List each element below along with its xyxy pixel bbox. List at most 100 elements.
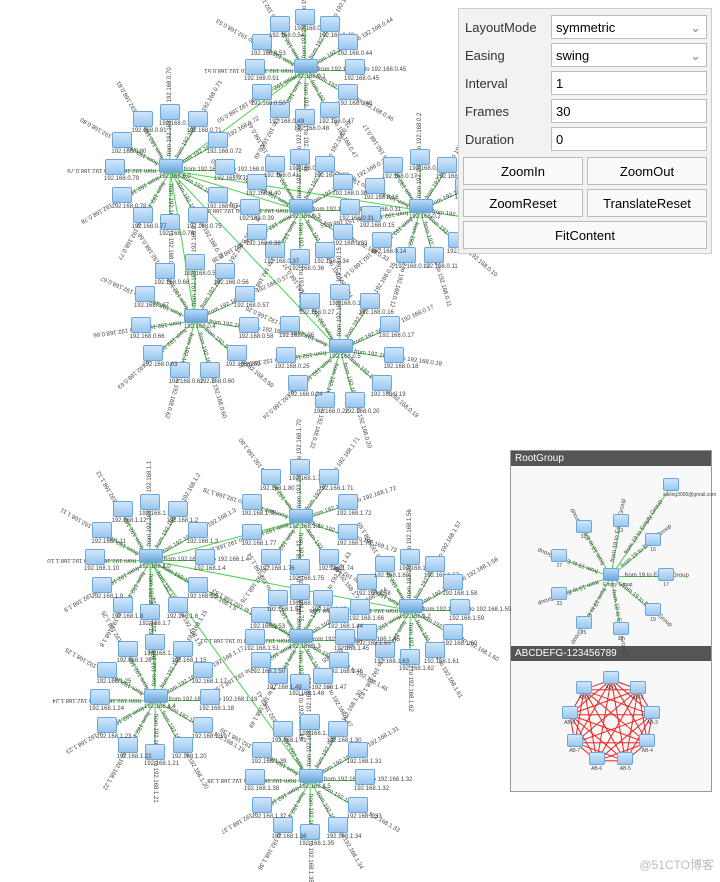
zoomout-button[interactable]: ZoomOut bbox=[587, 157, 707, 185]
network-host-node[interactable]: 19 bbox=[645, 603, 661, 619]
network-host-node[interactable]: 25 bbox=[576, 616, 592, 632]
network-host-node[interactable]: 192.168.1.17 bbox=[192, 662, 214, 684]
network-host-node[interactable]: 192.168.0.79 bbox=[104, 159, 126, 181]
network-host-node[interactable]: AB-9 bbox=[576, 681, 592, 697]
network-host-node[interactable]: 192.168.0.14 bbox=[371, 232, 393, 254]
network-hub-node[interactable]: 192.168.0.3 bbox=[289, 199, 311, 221]
network-host-node[interactable]: 29 bbox=[613, 622, 629, 638]
network-host-node[interactable]: 192.168.1.51 bbox=[244, 629, 266, 651]
network-host-node[interactable]: 192.168.1.54 bbox=[267, 590, 289, 612]
network-host-node[interactable]: 192.168.0.39 bbox=[239, 199, 261, 221]
network-host-node[interactable]: 192.168.1.37 bbox=[251, 797, 273, 819]
network-hub-node[interactable]: 192.168.0.0 bbox=[159, 159, 181, 181]
network-host-node[interactable]: 192.168.0.15 bbox=[329, 284, 351, 306]
network-host-node[interactable]: 192.168.1.10 bbox=[84, 549, 106, 571]
network-host-node[interactable]: 192.168.0.38 bbox=[246, 224, 268, 246]
zoomreset-button[interactable]: ZoomReset bbox=[463, 189, 583, 217]
network-host-node[interactable]: 192.168.0.44 bbox=[337, 34, 359, 56]
network-host-node[interactable]: 192.168.1.34 bbox=[327, 817, 349, 839]
network-host-node[interactable]: 192.168.1.6 bbox=[167, 597, 189, 619]
inset-root-body[interactable]: from 19 to Empty Groupsailing3000@gmail.… bbox=[511, 466, 711, 646]
network-host-node[interactable]: 192.168.0.18 bbox=[383, 347, 405, 369]
network-host-node[interactable]: 192.168.0.67 bbox=[134, 286, 156, 308]
network-host-node[interactable]: AB-5 bbox=[617, 752, 633, 768]
fitcontent-button[interactable]: FitContent bbox=[463, 221, 707, 249]
network-host-node[interactable]: 192.168.1.80 bbox=[260, 469, 282, 491]
network-host-node[interactable]: 192.168.0.17 bbox=[379, 316, 401, 338]
easing-select[interactable] bbox=[551, 43, 707, 67]
network-host-node[interactable]: 192.168.1.23 bbox=[96, 717, 118, 739]
network-host-node[interactable]: 192.168.0.19 bbox=[371, 375, 393, 397]
network-host-node[interactable]: 192.168.1.50 bbox=[250, 652, 272, 674]
network-host-node[interactable]: 192.168.0.78 bbox=[111, 187, 133, 209]
network-hub-node[interactable]: 192.168.1.3 bbox=[289, 629, 311, 651]
network-host-node[interactable]: 192.168.1.24 bbox=[89, 689, 111, 711]
network-host-node[interactable]: 192.168.1.5 bbox=[187, 577, 209, 599]
network-host-node[interactable]: 192.168.1.25 bbox=[96, 662, 118, 684]
network-hub-node[interactable]: 192.168.0.1 bbox=[294, 59, 316, 81]
network-host-node[interactable]: 192.168.1.71 bbox=[318, 469, 340, 491]
translatereset-button[interactable]: TranslateReset bbox=[587, 189, 707, 217]
network-hub-node[interactable]: 192.168.1.2 bbox=[399, 599, 421, 621]
network-host-node[interactable]: 192.168.1.8 bbox=[112, 597, 134, 619]
network-host-node[interactable]: 192.168.1.32 bbox=[354, 769, 376, 791]
inset-sub-body[interactable]: AB-1AB-2AB-3AB-4AB-5AB-6AB-7AB-8AB-9 bbox=[511, 661, 711, 791]
network-host-node[interactable]: 192.168.1.9 bbox=[91, 577, 113, 599]
network-host-node[interactable]: 192.168.0.74 bbox=[207, 187, 229, 209]
network-host-node[interactable]: 192.168.1.69 bbox=[374, 556, 396, 578]
network-host-node[interactable]: 192.168.0.57 bbox=[234, 286, 256, 308]
network-host-node[interactable]: 192.168.1.33 bbox=[347, 797, 369, 819]
network-host-node[interactable]: 192.168.1.59 bbox=[449, 599, 471, 621]
network-host-node[interactable]: 192.168.0.45 bbox=[344, 59, 366, 81]
network-host-node[interactable]: 192.168.0.54 bbox=[269, 16, 291, 38]
network-host-node[interactable]: 192.168.1.1 bbox=[139, 494, 161, 516]
network-hub-node[interactable]: 192.168.1.5 bbox=[299, 769, 321, 791]
network-host-node[interactable]: 31 bbox=[576, 520, 592, 536]
network-host-node[interactable]: 192.168.1.29 bbox=[299, 714, 321, 736]
network-host-node[interactable]: 192.168.1.58 bbox=[442, 574, 464, 596]
network-host-node[interactable]: 192.168.0.81 bbox=[132, 111, 154, 133]
network-host-node[interactable]: 192.168.0.73 bbox=[214, 159, 236, 181]
network-hub-node[interactable]: 192.168.0.2 bbox=[409, 199, 431, 221]
network-host-node[interactable]: 27 bbox=[551, 549, 567, 565]
network-host-node[interactable]: 192.168.1.70 bbox=[289, 459, 311, 481]
network-host-node[interactable]: 192.168.0.31 bbox=[339, 199, 361, 221]
network-host-node[interactable]: 17 bbox=[658, 568, 674, 584]
network-host-node[interactable]: 192.168.1.66 bbox=[349, 599, 371, 621]
network-host-node[interactable]: 192.168.0.47 bbox=[319, 102, 341, 124]
network-host-node[interactable]: 192.168.1.4 bbox=[194, 549, 216, 571]
network-host-node[interactable]: 192.168.1.19 bbox=[192, 717, 214, 739]
network-host-node[interactable]: 192.168.0.24 bbox=[287, 375, 309, 397]
network-host-node[interactable]: 192.168.0.26 bbox=[279, 316, 301, 338]
network-host-node[interactable]: 192.168.1.36 bbox=[272, 817, 294, 839]
frames-input[interactable] bbox=[551, 99, 707, 123]
zoomin-button[interactable]: ZoomIn bbox=[463, 157, 583, 185]
network-host-node[interactable]: 192.168.0.16 bbox=[359, 293, 381, 315]
network-host-node[interactable]: 192.168.1.14 bbox=[144, 634, 166, 656]
network-host-node[interactable]: 192.168.1.22 bbox=[117, 737, 139, 759]
network-host-node[interactable]: 192.168.0.41 bbox=[264, 156, 286, 178]
network-host-node[interactable]: 192.168.1.26 bbox=[117, 641, 139, 663]
network-host-node[interactable]: 192.168.1.15 bbox=[172, 641, 194, 663]
network-host-node[interactable]: 192.168.0.17 bbox=[382, 157, 404, 179]
network-host-node[interactable]: AB-6 bbox=[589, 752, 605, 768]
network-host-node[interactable]: 192.168.1.31 bbox=[347, 742, 369, 764]
network-hub-node[interactable]: 192.168.1.1 bbox=[289, 509, 311, 531]
network-host-node[interactable]: 192.168.1.2 bbox=[167, 501, 189, 523]
network-host-node[interactable]: 192.168.0.71 bbox=[187, 111, 209, 133]
network-host-node[interactable]: 192.168.1.20 bbox=[172, 737, 194, 759]
network-host-node[interactable]: 192.168.0.80 bbox=[111, 132, 133, 154]
network-hub-node[interactable]: Empty Group bbox=[603, 568, 619, 584]
network-host-node[interactable]: 192.168.0.68 bbox=[154, 263, 176, 285]
network-host-node[interactable]: 192.168.1.30 bbox=[327, 721, 349, 743]
network-host-node[interactable]: 192.168.1.44 bbox=[328, 607, 350, 629]
network-host-node[interactable]: 192.168.1.73 bbox=[337, 524, 359, 546]
network-host-node[interactable]: 192.168.1.78 bbox=[241, 494, 263, 516]
network-host-node[interactable]: 192.168.0.30 bbox=[332, 174, 354, 196]
network-host-node[interactable]: 192.168.1.41 bbox=[272, 721, 294, 743]
network-host-node[interactable]: 192.168.1.61 bbox=[424, 642, 446, 664]
network-host-node[interactable]: 192.168.0.66 bbox=[130, 317, 152, 339]
network-host-node[interactable]: 192.168.0.27 bbox=[299, 293, 321, 315]
network-hub-node[interactable]: 192.168.1.0 bbox=[139, 549, 161, 571]
network-host-node[interactable]: 192.168.0.3 bbox=[436, 157, 458, 179]
